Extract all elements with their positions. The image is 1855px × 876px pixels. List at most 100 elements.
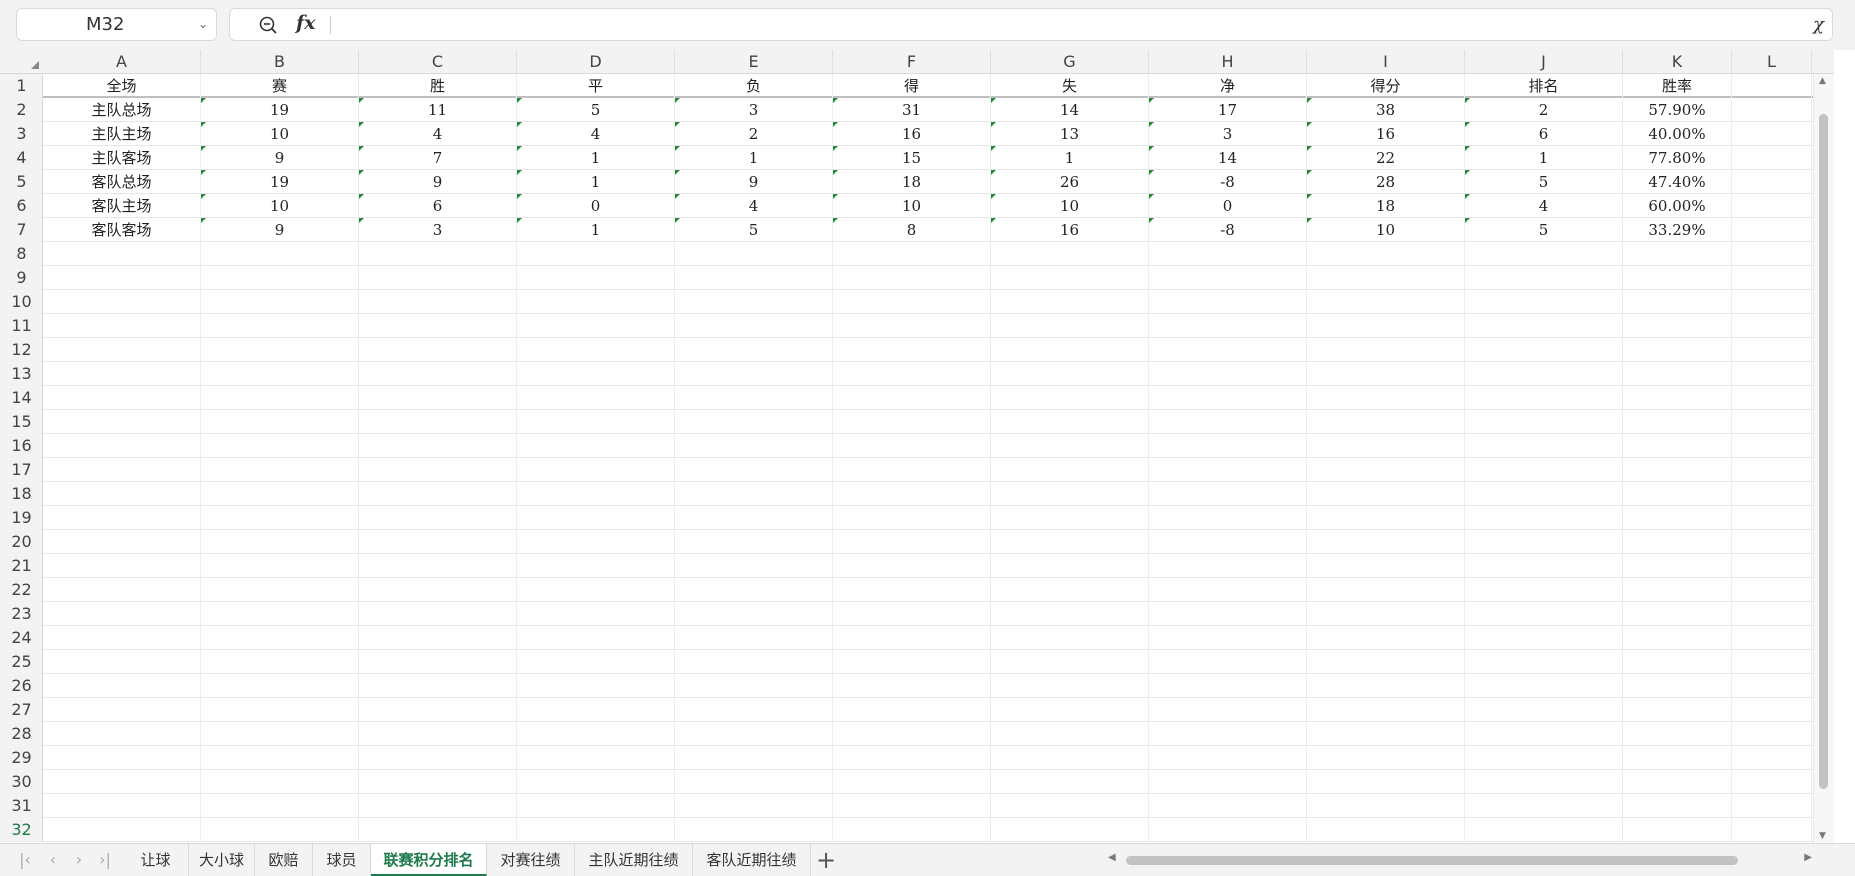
cell[interactable]: [1623, 242, 1732, 266]
cell[interactable]: 胜率: [1623, 74, 1732, 98]
cell[interactable]: [1465, 482, 1623, 506]
row-header[interactable]: 24: [0, 626, 43, 650]
cell[interactable]: [1465, 242, 1623, 266]
cell[interactable]: [1465, 554, 1623, 578]
cell[interactable]: [517, 290, 675, 314]
cell[interactable]: 33.29%: [1623, 218, 1732, 242]
cell[interactable]: [1465, 770, 1623, 794]
column-header[interactable]: H: [1149, 50, 1307, 74]
cell[interactable]: 5: [675, 218, 833, 242]
cell[interactable]: [1465, 626, 1623, 650]
cell[interactable]: [1149, 410, 1307, 434]
cell[interactable]: [1732, 698, 1812, 722]
row-header[interactable]: 26: [0, 674, 43, 698]
row-header[interactable]: 19: [0, 506, 43, 530]
cell[interactable]: [1623, 290, 1732, 314]
cell[interactable]: [675, 242, 833, 266]
cell[interactable]: [201, 434, 359, 458]
cell[interactable]: [1149, 242, 1307, 266]
cell[interactable]: 16: [991, 218, 1149, 242]
cell[interactable]: [833, 770, 991, 794]
row-header[interactable]: 23: [0, 602, 43, 626]
cell[interactable]: [1149, 674, 1307, 698]
cell[interactable]: [517, 242, 675, 266]
cell[interactable]: [833, 458, 991, 482]
cell[interactable]: [991, 290, 1149, 314]
cell[interactable]: [201, 338, 359, 362]
cell[interactable]: [201, 482, 359, 506]
cell[interactable]: [1149, 698, 1307, 722]
cell[interactable]: [1149, 746, 1307, 770]
row-header[interactable]: 5: [0, 170, 43, 194]
cell[interactable]: [1732, 722, 1812, 746]
cell[interactable]: [833, 746, 991, 770]
cell[interactable]: [991, 578, 1149, 602]
cell[interactable]: [1307, 626, 1465, 650]
cell[interactable]: [43, 554, 201, 578]
cell[interactable]: 5: [1465, 170, 1623, 194]
cell[interactable]: 4: [517, 122, 675, 146]
cell[interactable]: [359, 506, 517, 530]
cell[interactable]: 19: [201, 98, 359, 122]
cell[interactable]: [991, 338, 1149, 362]
cell[interactable]: 排名: [1465, 74, 1623, 98]
cell[interactable]: [517, 410, 675, 434]
cell[interactable]: [359, 698, 517, 722]
cell[interactable]: [517, 482, 675, 506]
cell[interactable]: [517, 338, 675, 362]
cell[interactable]: [675, 794, 833, 818]
cell[interactable]: [833, 698, 991, 722]
cell[interactable]: [1732, 314, 1812, 338]
cell[interactable]: 1: [517, 146, 675, 170]
cell[interactable]: [833, 410, 991, 434]
cell[interactable]: [359, 746, 517, 770]
cell[interactable]: 10: [991, 194, 1149, 218]
cell[interactable]: [1149, 770, 1307, 794]
first-sheet-icon[interactable]: |‹: [14, 850, 36, 869]
cell[interactable]: [833, 290, 991, 314]
cell[interactable]: [201, 770, 359, 794]
cell[interactable]: [1623, 698, 1732, 722]
cell[interactable]: [1732, 242, 1812, 266]
select-all-button[interactable]: [0, 50, 43, 74]
cell[interactable]: [991, 626, 1149, 650]
cell[interactable]: [1623, 506, 1732, 530]
column-header[interactable]: B: [201, 50, 359, 74]
cell[interactable]: [359, 242, 517, 266]
cell[interactable]: [517, 602, 675, 626]
cell[interactable]: [675, 266, 833, 290]
cell[interactable]: [517, 362, 675, 386]
cell[interactable]: 得: [833, 74, 991, 98]
cell[interactable]: [675, 290, 833, 314]
sheet-tab[interactable]: 主队近期往绩: [575, 844, 693, 876]
cell[interactable]: [1149, 818, 1307, 842]
cell[interactable]: [1149, 434, 1307, 458]
cell[interactable]: [359, 386, 517, 410]
cell[interactable]: [991, 386, 1149, 410]
cell[interactable]: [833, 674, 991, 698]
row-header[interactable]: 13: [0, 362, 43, 386]
cell[interactable]: [1307, 410, 1465, 434]
cell[interactable]: [1732, 530, 1812, 554]
sheet-tab[interactable]: 大小球: [189, 844, 255, 876]
cell[interactable]: 2: [675, 122, 833, 146]
cell[interactable]: [1307, 530, 1465, 554]
cell[interactable]: [359, 530, 517, 554]
cell[interactable]: [1465, 650, 1623, 674]
cell[interactable]: [359, 266, 517, 290]
cell[interactable]: [1732, 746, 1812, 770]
row-header[interactable]: 8: [0, 242, 43, 266]
cell[interactable]: [1465, 578, 1623, 602]
cell[interactable]: [1307, 338, 1465, 362]
cell[interactable]: [1307, 458, 1465, 482]
cell[interactable]: [675, 770, 833, 794]
cell[interactable]: [359, 770, 517, 794]
cell[interactable]: 14: [1149, 146, 1307, 170]
cell[interactable]: [1307, 698, 1465, 722]
cell[interactable]: [359, 458, 517, 482]
cell[interactable]: [833, 602, 991, 626]
cell[interactable]: [1623, 578, 1732, 602]
cell[interactable]: [1307, 746, 1465, 770]
cell[interactable]: [201, 530, 359, 554]
cell[interactable]: -8: [1149, 170, 1307, 194]
